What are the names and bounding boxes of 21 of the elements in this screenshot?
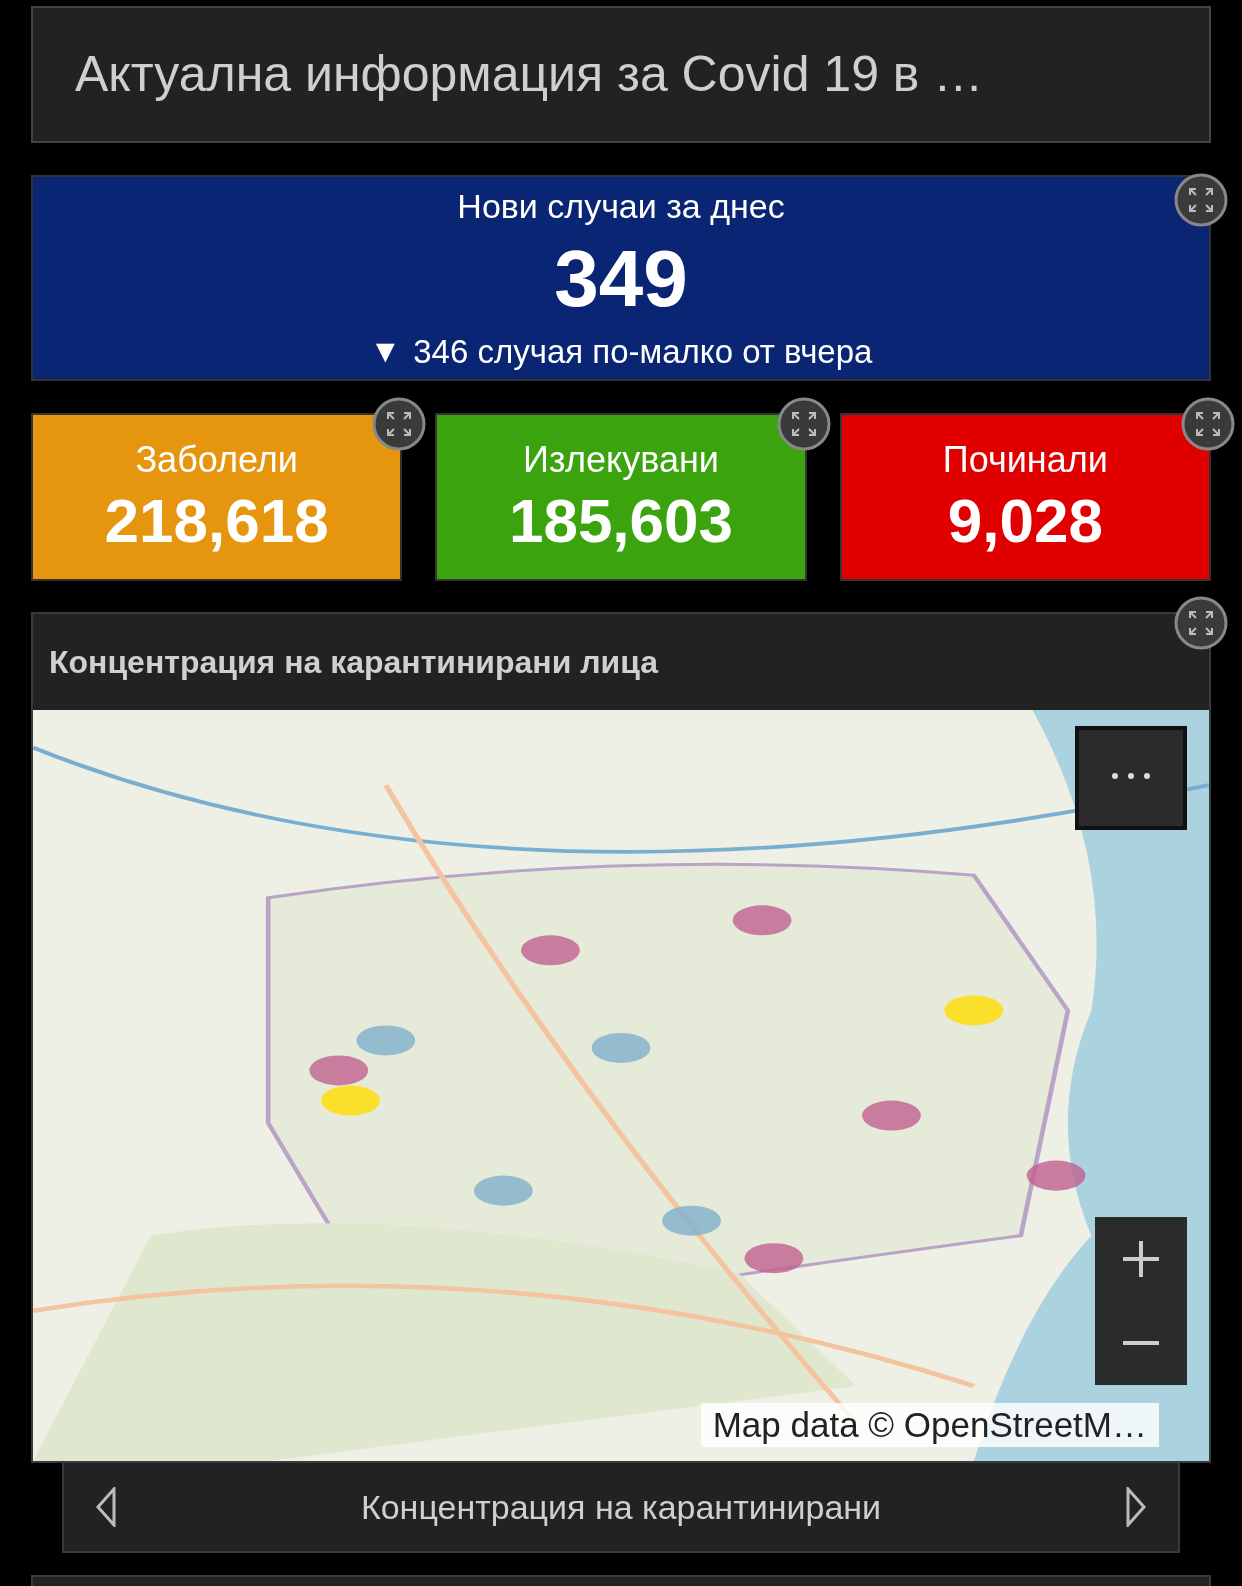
card-value: 349	[554, 238, 688, 319]
previous-icon[interactable]	[94, 1487, 118, 1527]
dashboard-title: Актуална информация за Covid 19 в …	[75, 45, 984, 104]
stat-value: 9,028	[947, 490, 1103, 552]
card-label: Нови случаи за днес	[457, 188, 785, 223]
expand-icon[interactable]	[1174, 173, 1228, 227]
expand-icon[interactable]	[372, 397, 427, 451]
expand-icon[interactable]	[1181, 397, 1235, 451]
panel-title: Концентрация на карантинирани лица	[49, 643, 659, 682]
stat-label: Заболели	[135, 442, 298, 478]
carousel-label: Концентрация на карантинирани	[360, 1486, 882, 1528]
next-icon[interactable]	[1124, 1487, 1148, 1527]
stat-label: Починали	[942, 442, 1108, 478]
stat-value: 185,603	[508, 490, 734, 552]
expand-icon[interactable]	[1174, 596, 1228, 650]
stat-value: 218,618	[104, 490, 329, 552]
stat-label: Излекувани	[523, 442, 719, 478]
change-text: 346 случая по-малко от вчера	[413, 334, 873, 368]
down-arrow-icon: ▼	[369, 335, 402, 367]
expand-icon[interactable]	[776, 397, 831, 451]
map-attribution: Map data © OpenStreetM…	[700, 1403, 1159, 1447]
